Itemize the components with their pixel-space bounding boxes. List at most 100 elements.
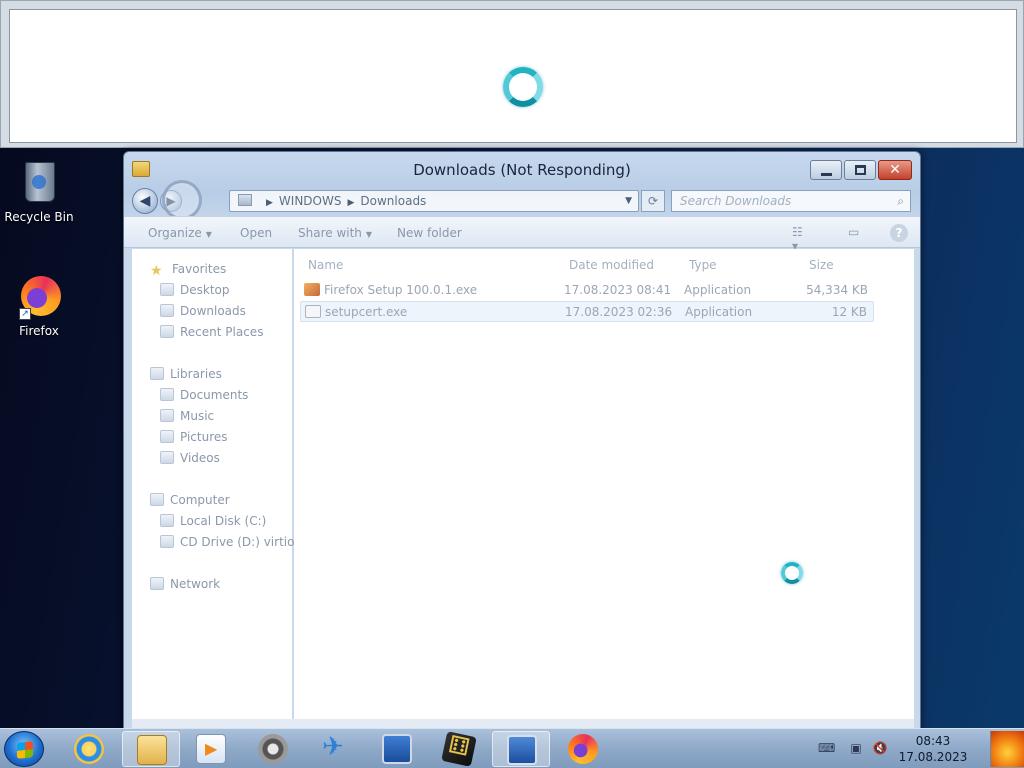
application-icon [305, 305, 321, 318]
open-button[interactable]: Open [240, 226, 272, 240]
file-name: Firefox Setup 100.0.1.exe [324, 283, 478, 297]
taskbar-paper-plane[interactable] [306, 731, 364, 767]
minimize-icon [821, 173, 832, 176]
volume-muted-icon[interactable]: 🔇 [872, 741, 888, 755]
folder-icon [137, 735, 167, 765]
start-button[interactable] [4, 731, 44, 767]
file-date: 17.08.2023 02:36 [565, 305, 673, 319]
file-type: Application [685, 305, 753, 319]
minimize-button[interactable] [810, 160, 842, 180]
taskbar-media-player[interactable] [182, 731, 240, 767]
explorer-window[interactable]: Downloads (Not Responding) ✕ ◀ ▶ ▶ WINDOW… [123, 151, 921, 731]
star-icon: ★ [150, 263, 163, 279]
command-bar: Organize ▼ Open Share with ▼ New folder ☷ … [124, 216, 920, 253]
file-row[interactable]: Firefox Setup 100.0.1.exe 17.08.2023 08:… [300, 280, 874, 301]
clock[interactable]: 08:43 17.08.2023 [898, 733, 968, 765]
nav-item-music[interactable]: Music [160, 409, 214, 423]
monitor-icon [382, 734, 412, 764]
firefox-installer-icon [304, 283, 320, 296]
recycle-bin-icon [25, 162, 55, 202]
gear-icon [258, 734, 288, 764]
help-icon[interactable]: ? [890, 224, 908, 242]
taskbar-remote-desktop[interactable] [368, 731, 426, 767]
maximize-icon [855, 165, 866, 175]
column-header-type[interactable]: Type [689, 258, 717, 272]
taskbar-explorer[interactable] [122, 731, 180, 767]
shortcut-arrow-icon: ↗ [19, 308, 31, 320]
search-input[interactable]: Search Downloads ⌕ [671, 190, 911, 212]
nav-favorites[interactable]: ★ Favorites [150, 262, 226, 279]
videos-icon [160, 451, 174, 464]
documents-icon [160, 388, 174, 401]
nav-computer[interactable]: Computer [150, 493, 230, 507]
taskbar-internet-explorer[interactable] [60, 731, 118, 767]
file-row[interactable]: setupcert.exe 17.08.2023 02:36 Applicati… [300, 301, 874, 322]
dice-icon [441, 731, 477, 767]
nav-network[interactable]: Network [150, 577, 220, 591]
chevron-down-icon: ▼ [365, 230, 373, 239]
share-with-button[interactable]: Share with ▼ [298, 226, 372, 240]
chevron-right-icon: ▶ [266, 198, 273, 208]
nav-libraries[interactable]: Libraries [150, 367, 222, 381]
network-status-icon[interactable]: ▣ [848, 741, 864, 755]
nav-item-local-disk[interactable]: Local Disk (C:) [160, 514, 266, 528]
show-desktop-button[interactable] [990, 731, 1024, 767]
desktop-icon-label: Recycle Bin [4, 210, 74, 224]
file-date: 17.08.2023 08:41 [564, 283, 672, 297]
file-size: 12 KB [831, 305, 867, 319]
new-folder-button[interactable]: New folder [397, 226, 462, 240]
chevron-down-icon: ▼ [205, 230, 212, 239]
column-header-size[interactable]: Size [809, 258, 834, 272]
keyboard-icon[interactable]: ⌨ [818, 741, 835, 755]
address-bar[interactable]: ▶ WINDOWS ▶ Downloads ▼ [229, 190, 639, 212]
magnifier-cursor-icon [162, 180, 202, 220]
view-options-icon[interactable]: ☷ ▾ [792, 225, 810, 253]
file-list[interactable]: Name Date modified Type Size Firefox Set… [294, 249, 914, 719]
nav-item-pictures[interactable]: Pictures [160, 430, 228, 444]
chevron-down-icon[interactable]: ▼ [625, 191, 632, 211]
network-icon [150, 577, 164, 590]
search-icon: ⌕ [897, 194, 904, 208]
window-title: Downloads (Not Responding) [413, 161, 631, 179]
loading-window[interactable] [0, 0, 1024, 148]
taskbar-search-monitor[interactable] [492, 731, 550, 767]
preview-pane-icon[interactable]: ▭ [848, 225, 866, 239]
nav-item-cd-drive[interactable]: CD Drive (D:) virtio- [160, 535, 299, 549]
taskbar: ⌨ ▣ 🔇 08:43 17.08.2023 [0, 728, 1024, 768]
search-placeholder: Search Downloads [680, 194, 792, 208]
monitor-search-icon [507, 735, 537, 765]
close-icon: ✕ [889, 162, 901, 178]
title-bar[interactable]: Downloads (Not Responding) ✕ [124, 152, 920, 186]
navigation-pane: ★ Favorites Desktop Downloads Recent Plac… [132, 249, 299, 719]
back-button[interactable]: ◀ [132, 188, 158, 214]
organize-button[interactable]: Organize ▼ [148, 226, 212, 240]
nav-item-videos[interactable]: Videos [160, 451, 220, 465]
paper-plane-icon [320, 732, 350, 764]
column-header-name[interactable]: Name [308, 258, 343, 272]
nav-item-desktop[interactable]: Desktop [160, 283, 230, 297]
busy-spinner-icon [503, 67, 543, 107]
nav-item-documents[interactable]: Documents [160, 388, 248, 402]
clock-time: 08:43 [915, 734, 951, 748]
taskbar-game[interactable] [430, 731, 488, 767]
downloads-folder-icon [160, 304, 174, 317]
file-type: Application [684, 283, 752, 297]
taskbar-firefox[interactable] [554, 731, 612, 767]
recent-places-icon [160, 325, 174, 338]
refresh-button[interactable]: ⟳ [641, 190, 665, 212]
desktop-icon-firefox[interactable]: ↗ Firefox [1, 272, 77, 338]
maximize-button[interactable] [844, 160, 876, 180]
breadcrumb-windows[interactable]: WINDOWS [279, 194, 342, 208]
desktop-icon [160, 283, 174, 296]
nav-item-recent-places[interactable]: Recent Places [160, 325, 263, 339]
breadcrumb-downloads[interactable]: Downloads [360, 194, 426, 208]
clock-date: 17.08.2023 [898, 750, 968, 764]
internet-explorer-icon [74, 734, 104, 764]
column-header-date[interactable]: Date modified [569, 258, 654, 272]
close-button[interactable]: ✕ [878, 160, 912, 180]
firefox-icon [568, 734, 598, 764]
taskbar-settings[interactable] [244, 731, 302, 767]
nav-item-downloads[interactable]: Downloads [154, 301, 288, 323]
music-icon [160, 409, 174, 422]
desktop-icon-recycle-bin[interactable]: Recycle Bin [1, 158, 77, 224]
